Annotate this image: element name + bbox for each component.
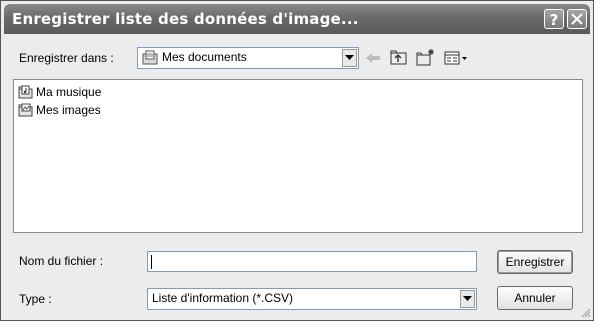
close-button[interactable] [567, 9, 587, 29]
question-mark-icon: ? [550, 11, 559, 28]
help-button[interactable]: ? [544, 9, 564, 29]
title-bar[interactable]: Enregistrer liste des données d'image...… [4, 4, 590, 34]
chevron-down-icon [463, 296, 472, 301]
text-caret [151, 255, 152, 269]
view-menu-icon[interactable] [443, 48, 469, 68]
save-dialog: Enregistrer liste des données d'image...… [0, 0, 594, 321]
file-name: Ma musique [36, 85, 102, 99]
svg-text:?: ? [550, 11, 559, 28]
save-in-dropdown-button[interactable] [342, 49, 357, 67]
file-type-combo[interactable]: Liste d'information (*.CSV) [147, 288, 477, 310]
documents-folder-icon [142, 50, 158, 65]
folder-pictures-icon [18, 103, 33, 117]
filename-input[interactable] [147, 251, 477, 272]
file-list[interactable]: Ma musique Mes images [13, 79, 583, 233]
close-icon [571, 13, 583, 25]
file-name: Mes images [36, 103, 101, 117]
resize-grip-icon[interactable] [579, 306, 591, 318]
back-arrow-icon[interactable] [363, 48, 383, 68]
cancel-button[interactable]: Annuler [497, 286, 573, 310]
save-button[interactable]: Enregistrer [497, 250, 573, 274]
chevron-down-icon [345, 55, 354, 60]
save-in-value: Mes documents [162, 50, 247, 64]
file-type-dropdown-button[interactable] [460, 290, 475, 308]
save-in-combo[interactable]: Mes documents [137, 47, 359, 69]
folder-music-icon [18, 85, 33, 99]
up-folder-icon[interactable] [389, 48, 409, 68]
save-in-label: Enregistrer dans : [19, 51, 114, 65]
file-type-value: Liste d'information (*.CSV) [152, 291, 294, 305]
new-folder-icon[interactable] [415, 48, 435, 68]
filename-label: Nom du fichier : [19, 254, 104, 268]
type-label: Type : [19, 292, 52, 306]
window-title: Enregistrer liste des données d'image... [12, 10, 359, 28]
